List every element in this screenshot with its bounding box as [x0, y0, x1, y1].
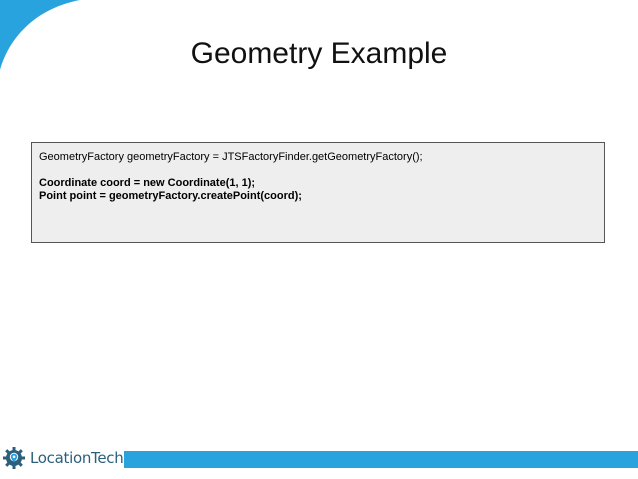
locationtech-logo: LocationTech: [2, 444, 124, 472]
footer-bar: [124, 451, 638, 468]
code-spacer: [39, 164, 604, 177]
code-line-factory: GeometryFactory geometryFactory = JTSFac…: [39, 151, 423, 163]
code-line-coordinate: Coordinate coord = new Coordinate(1, 1);: [39, 177, 256, 189]
logo-text: LocationTech: [30, 449, 124, 467]
slide-title: Geometry Example: [190, 37, 448, 70]
code-block: GeometryFactory geometryFactory = JTSFac…: [31, 142, 605, 243]
gear-location-icon: [3, 447, 25, 469]
code-line-point: Point point = geometryFactory.createPoin…: [39, 190, 302, 202]
